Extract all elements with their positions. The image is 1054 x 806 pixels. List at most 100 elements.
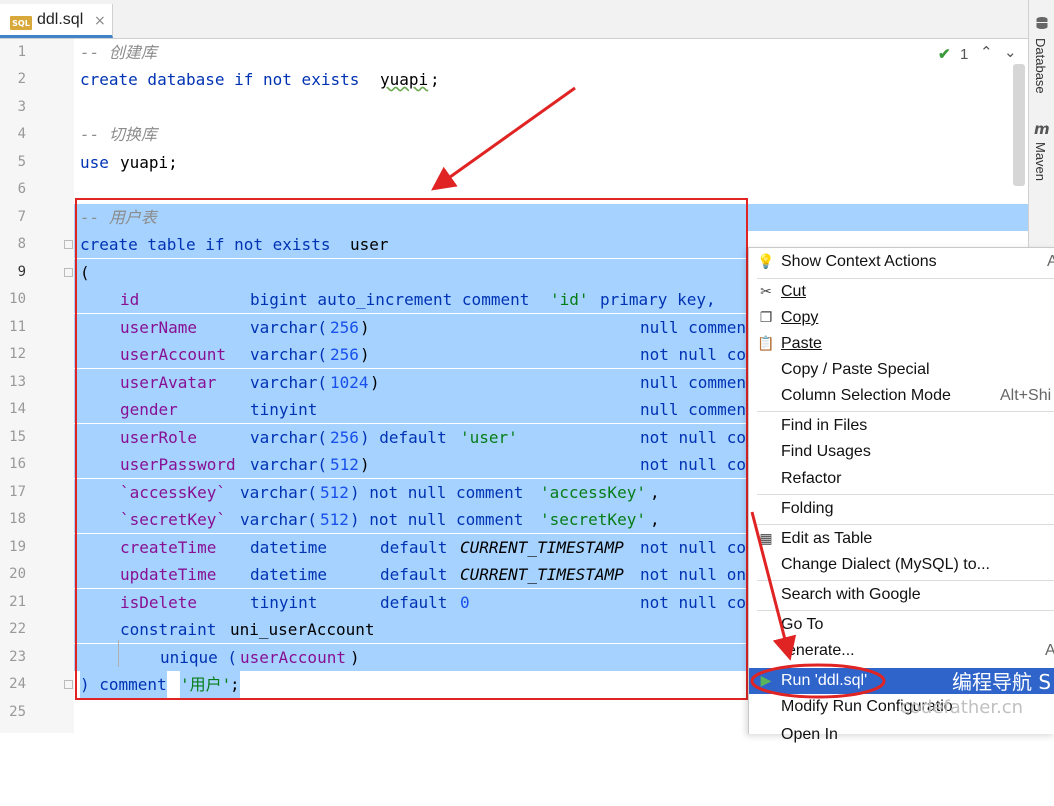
menu-item-label: Find in Files [781, 417, 868, 434]
code-identifier: yuapi [380, 70, 429, 89]
line-number: 23 [9, 649, 26, 665]
menu-shortcut: A [1045, 642, 1054, 659]
line-number: 24 [9, 676, 26, 692]
line-number: 25 [9, 704, 26, 720]
menu-item-label: Refactor [781, 470, 842, 487]
close-icon[interactable]: × [94, 13, 106, 29]
editor-tab-bar: SQL ddl.sql × [0, 0, 1028, 39]
line-number: 16 [9, 456, 26, 472]
menu-item-copy[interactable]: ❐ Copy [749, 305, 1054, 331]
menu-item-paste[interactable]: 📋 Paste [749, 331, 1054, 357]
code-line: create database if not exists yuapi ; [74, 66, 1028, 93]
line-number-gutter: 1 2 3 4 5 6 7 8 9 10 11 12 13 14 15 16 1… [0, 39, 74, 733]
code-punct: ; [430, 70, 440, 89]
menu-item-refactor[interactable]: Refactor [749, 466, 1054, 492]
line-number: 17 [9, 484, 26, 500]
watermark-text: 编程导航 S [952, 670, 1052, 694]
code-line: -- 创建库 [74, 39, 1028, 66]
line-number: 12 [9, 346, 26, 362]
menu-item-label: Paste [781, 335, 822, 352]
menu-item-label: Copy / Paste Special [781, 361, 930, 378]
menu-item-label: Show Context Actions [781, 253, 937, 270]
menu-shortcut: A [1047, 253, 1054, 270]
scissors-icon: ✂ [760, 284, 772, 300]
line-number-current: 9 [17, 264, 26, 280]
sql-file-icon: SQL [10, 16, 32, 30]
menu-item-go-to[interactable]: Go To [749, 612, 1054, 638]
menu-item-search-with-google[interactable]: Search with Google [749, 582, 1054, 608]
menu-item-label: Find Usages [781, 443, 871, 460]
line-number: 13 [9, 374, 26, 390]
menu-item-folding[interactable]: Folding [749, 496, 1054, 522]
menu-shortcut: Alt+Shi [1000, 387, 1052, 404]
database-icon[interactable] [1035, 16, 1049, 30]
menu-item-copy-paste-special[interactable]: Copy / Paste Special [749, 357, 1054, 383]
clipboard-icon: 📋 [757, 336, 775, 352]
menu-item-edit-as-table[interactable]: ▦ Edit as Table [749, 526, 1054, 552]
annotation-box [75, 198, 748, 700]
line-number: 14 [9, 401, 26, 417]
menu-separator [757, 494, 1054, 495]
line-number: 6 [17, 181, 26, 197]
menu-item-label: Run 'ddl.sql' [781, 672, 868, 689]
menu-separator [757, 610, 1054, 611]
menu-item-label: Cut [781, 283, 806, 300]
line-number: 18 [9, 511, 26, 527]
menu-item-find-in-files[interactable]: Find in Files [749, 413, 1054, 439]
line-number: 19 [9, 539, 26, 555]
fold-marker-icon[interactable] [64, 268, 73, 277]
code-line: use yuapi; [74, 149, 1028, 176]
scrollbar[interactable] [1013, 64, 1025, 186]
menu-item-label: Copy [781, 309, 819, 326]
menu-item-column-selection-mode[interactable]: Column Selection Mode Alt+Shi [749, 383, 1054, 409]
fold-marker-icon[interactable] [64, 680, 73, 689]
line-number: 3 [17, 99, 26, 115]
inspection-count: 1 [960, 46, 969, 63]
menu-item-label: Column Selection Mode [781, 387, 951, 404]
line-number: 15 [9, 429, 26, 445]
line-number: 10 [9, 291, 26, 307]
database-tool-button[interactable]: Database [1033, 38, 1048, 94]
run-icon: ▶ [760, 673, 772, 689]
lightbulb-icon: 💡 [757, 254, 775, 270]
menu-item-label: Edit as Table [781, 530, 873, 547]
menu-item-open-in[interactable]: Open In [749, 722, 1054, 748]
chevron-down-icon[interactable]: ⌄ [1004, 43, 1017, 61]
code-keyword: create database if not exists [80, 70, 360, 89]
menu-item-label: Change Dialect (MySQL) to... [781, 556, 990, 573]
maven-tool-button[interactable]: Maven [1033, 142, 1048, 181]
line-number: 22 [9, 621, 26, 637]
line-number: 1 [17, 44, 26, 60]
line-number: 4 [17, 126, 26, 142]
menu-separator [757, 411, 1054, 412]
table-icon: ▦ [759, 531, 773, 547]
copy-icon: ❐ [759, 310, 773, 326]
maven-icon[interactable]: m [1034, 120, 1050, 138]
menu-item-cut[interactable]: ✂ Cut [749, 279, 1054, 305]
fold-marker-icon[interactable] [64, 240, 73, 249]
menu-item-change-dialect[interactable]: Change Dialect (MySQL) to... [749, 552, 1054, 578]
menu-separator [757, 524, 1054, 525]
check-icon: ✔ [938, 46, 951, 63]
menu-separator [757, 580, 1054, 581]
menu-item-label: Open In [781, 726, 838, 743]
menu-item-find-usages[interactable]: Find Usages [749, 439, 1054, 465]
tab-ddl-sql[interactable]: SQL ddl.sql × [0, 4, 113, 38]
line-number: 11 [9, 319, 26, 335]
line-number: 7 [17, 209, 26, 225]
line-number: 21 [9, 594, 26, 610]
menu-item-show-context-actions[interactable]: 💡 Show Context Actions A [749, 249, 1054, 275]
menu-item-generate[interactable]: enerate... A [749, 638, 1054, 664]
tab-label: ddl.sql [37, 11, 84, 28]
menu-item-label: Go To [781, 616, 824, 633]
line-number: 2 [17, 71, 26, 87]
code-line: -- 切换库 [74, 121, 1028, 148]
context-menu: 💡 Show Context Actions A ✂ Cut ❐ Copy 📋 … [748, 247, 1054, 743]
line-number: 8 [17, 236, 26, 252]
code-keyword: use [80, 153, 109, 172]
menu-item-label: Search with Google [781, 586, 921, 603]
chevron-up-icon[interactable]: ⌃ [980, 43, 993, 61]
line-number: 20 [9, 566, 26, 582]
watermark-url: codefather.cn [900, 697, 1024, 718]
menu-item-label: Folding [781, 500, 834, 517]
